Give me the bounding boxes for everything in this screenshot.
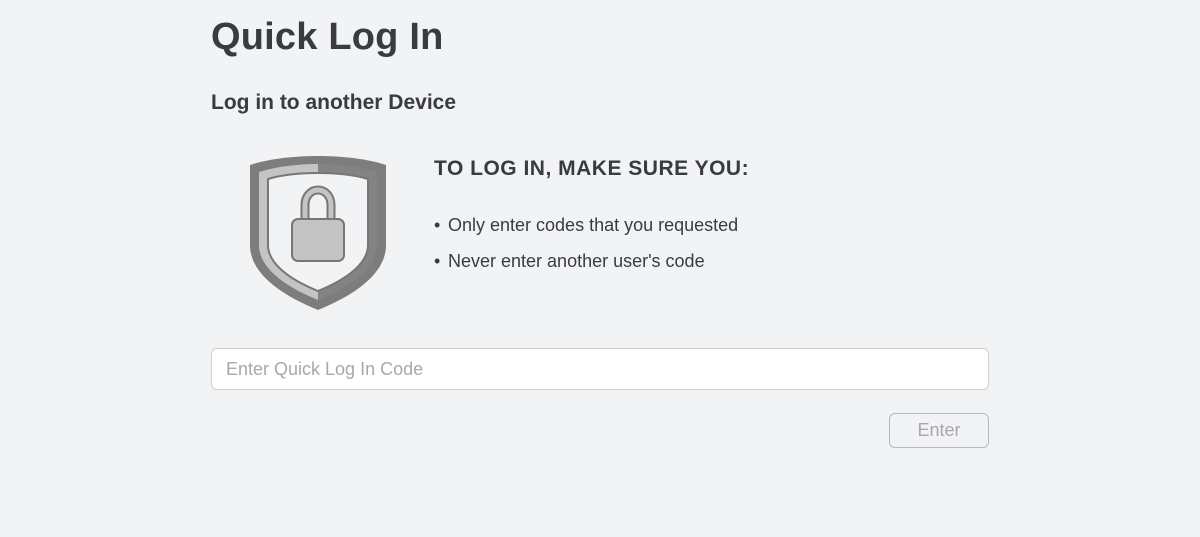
list-item: • Never enter another user's code	[434, 243, 749, 279]
bullet: •	[434, 215, 441, 235]
rule-text: Only enter codes that you requested	[448, 215, 739, 235]
login-instructions: TO LOG IN, MAKE SURE YOU: • Only enter c…	[434, 157, 749, 279]
quick-login-code-input[interactable]	[211, 348, 989, 390]
rule-text: Never enter another user's code	[448, 251, 705, 271]
page-title: Quick Log In	[211, 16, 444, 58]
enter-button[interactable]: Enter	[889, 413, 989, 448]
instructions-heading: TO LOG IN, MAKE SURE YOU:	[434, 157, 750, 180]
section-subtitle: Log in to another Device	[211, 91, 457, 114]
shield-lock-icon	[248, 153, 388, 313]
list-item: • Only enter codes that you requested	[434, 207, 749, 243]
rule-list: • Only enter codes that you requested • …	[434, 207, 749, 279]
bullet: •	[434, 251, 441, 271]
quick-login-page: Quick Log In Log in to another Device TO…	[0, 0, 1200, 537]
